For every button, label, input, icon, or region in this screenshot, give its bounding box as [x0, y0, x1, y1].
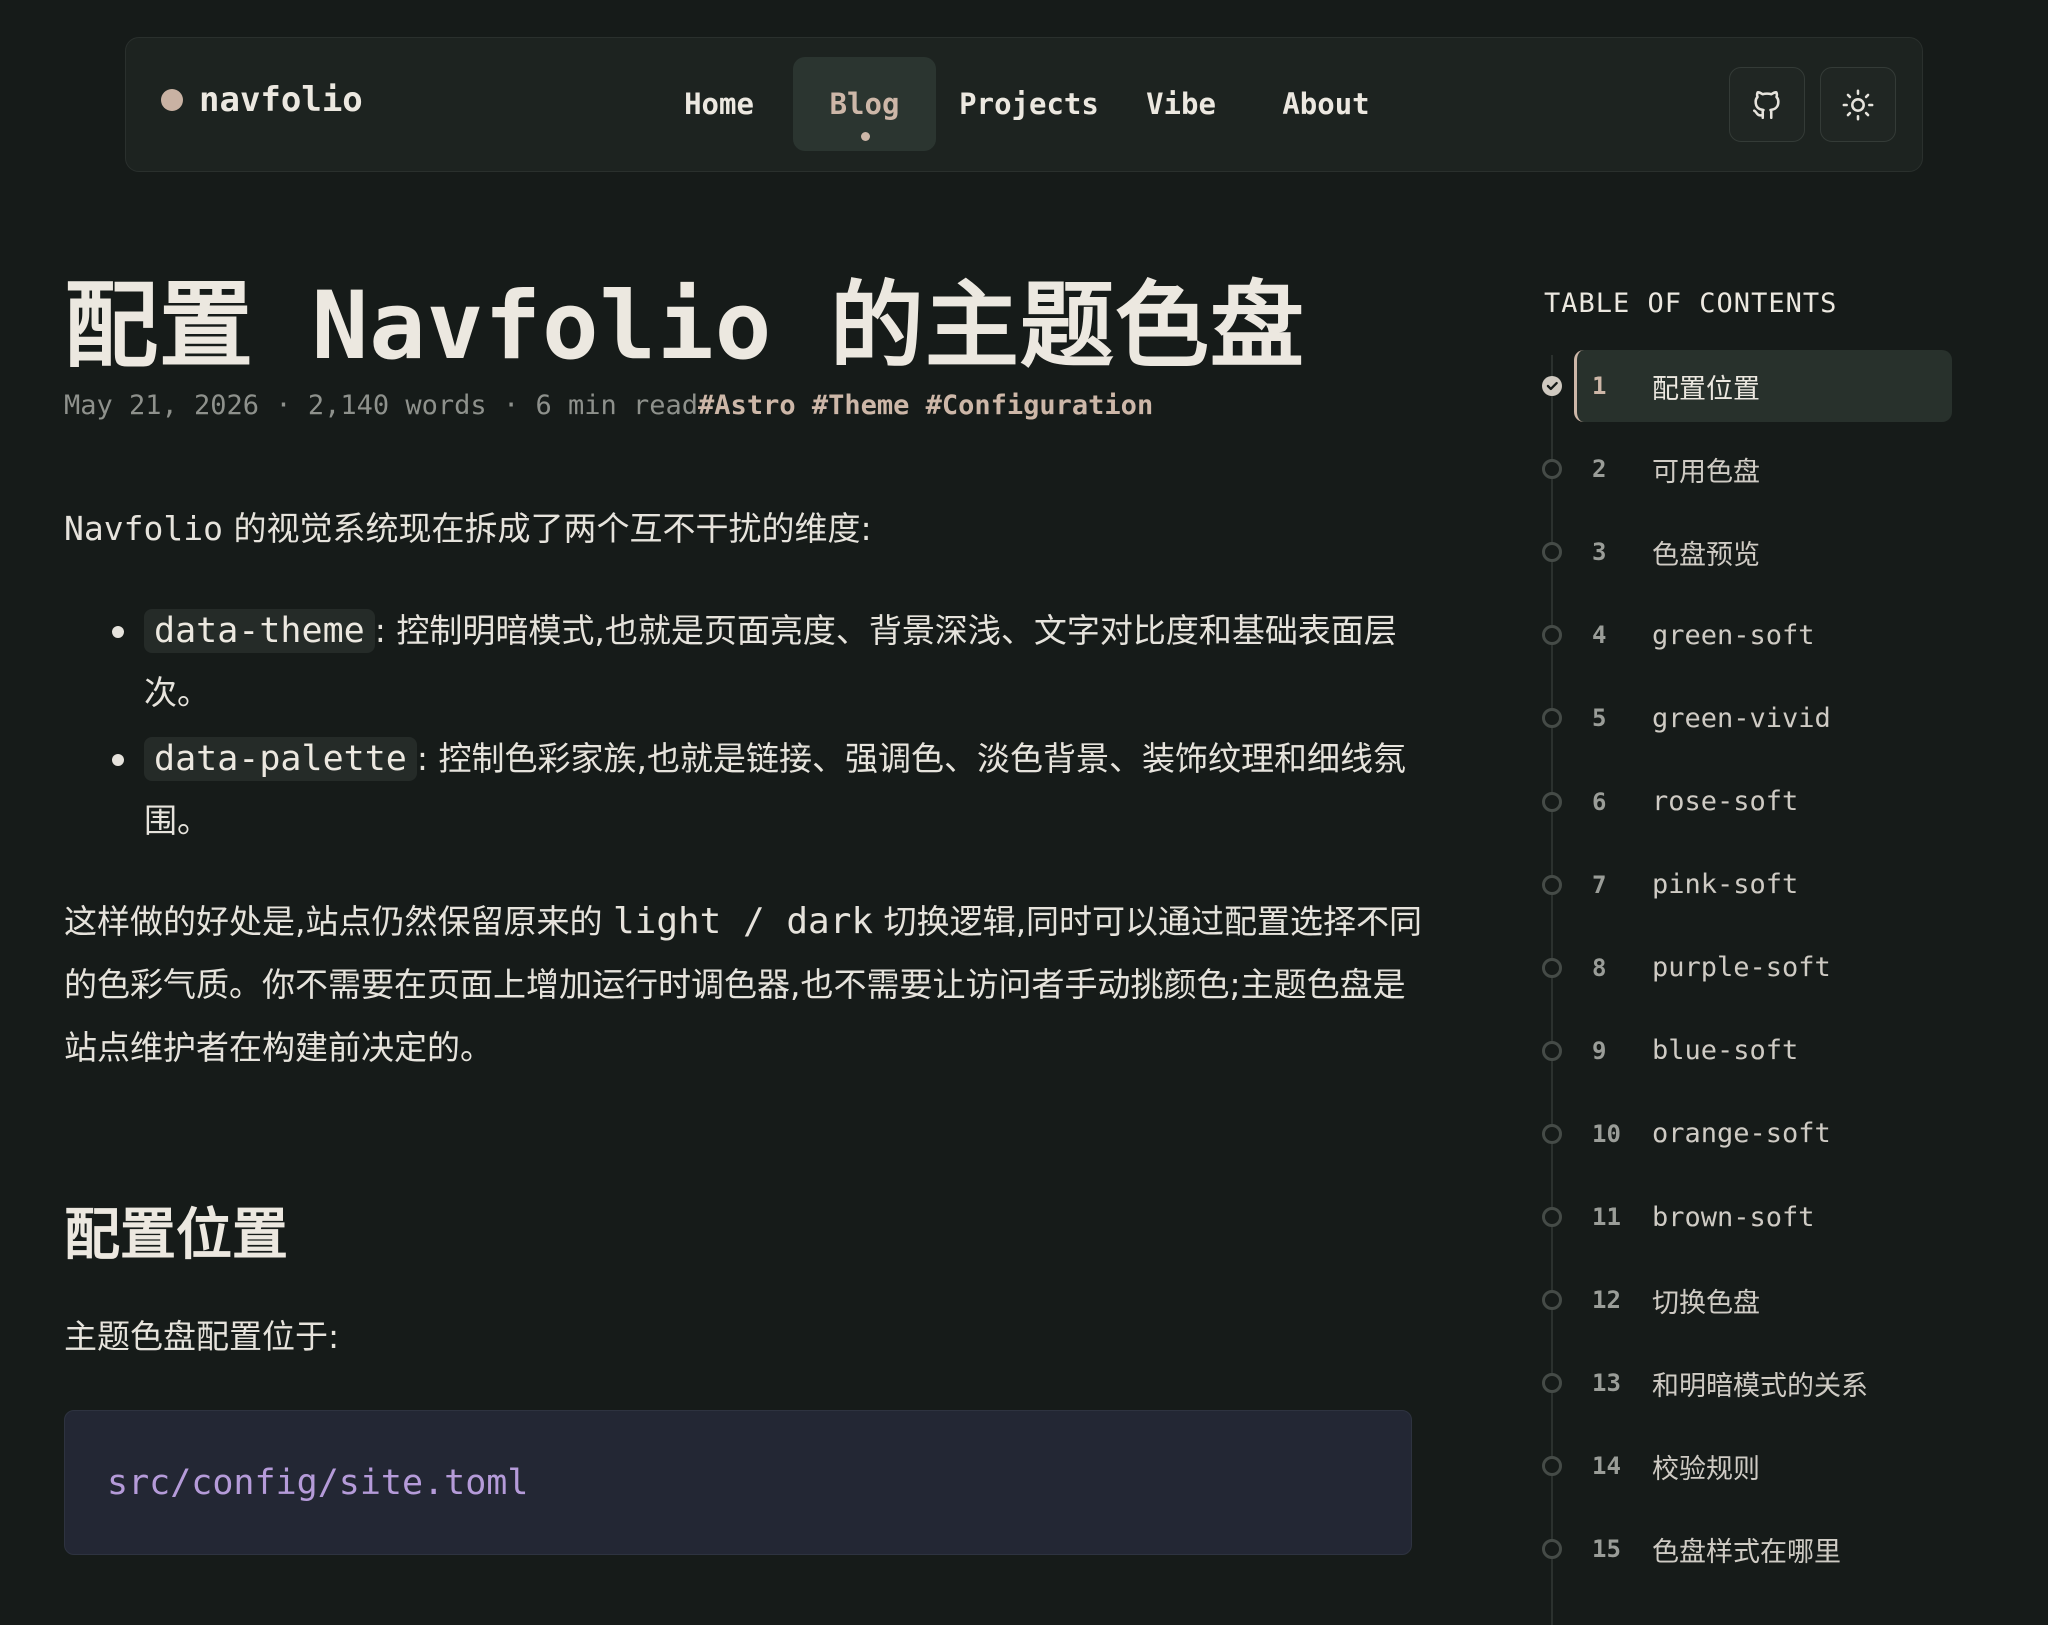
toc-item-label: 和明暗模式的关系	[1652, 1370, 1868, 1402]
toc-item-label: 校验规则	[1652, 1453, 1760, 1485]
toc-item-number: 6	[1592, 787, 1607, 816]
circle-icon	[1542, 1123, 1562, 1144]
toc-item[interactable]: 14 校验规则	[1530, 1430, 1960, 1502]
post-meta: May 21, 2026 · 2,140 words · 6 min read#…	[64, 390, 1153, 421]
post-date: May 21, 2026	[64, 390, 260, 421]
intro-paragraph: Navfolio 的视觉系统现在拆成了两个互不干扰的维度:	[64, 502, 872, 550]
toc-item-number: 14	[1592, 1452, 1621, 1481]
toc-item-number: 3	[1592, 538, 1607, 567]
toc-item-label: 色盘预览	[1652, 539, 1760, 571]
toc-item-label: brown-soft	[1652, 1201, 1815, 1233]
circle-icon	[1542, 459, 1562, 480]
intro-text: 的视觉系统现在拆成了两个互不干扰的维度:	[222, 509, 872, 548]
github-button[interactable]	[1729, 67, 1805, 142]
toc-item-number: 5	[1592, 704, 1607, 733]
toc-item-number: 10	[1592, 1119, 1621, 1148]
circle-icon	[1542, 1290, 1562, 1311]
inline-code: data-palette	[144, 737, 417, 781]
top-nav: navfolio Home Blog Projects Vibe About	[125, 37, 1923, 172]
body-paragraph: 这样做的好处是,站点仍然保留原来的 light / dark 切换逻辑,同时可以…	[64, 890, 1434, 1079]
toc-item[interactable]: 7 pink-soft	[1530, 849, 1960, 921]
toc-item-label: orange-soft	[1652, 1118, 1831, 1150]
toc-item-label: pink-soft	[1652, 869, 1799, 901]
check-circle-icon	[1542, 376, 1562, 396]
toc-item[interactable]: 15 色盘样式在哪里	[1530, 1513, 1960, 1585]
toc-item-label: 色盘样式在哪里	[1652, 1536, 1841, 1568]
toc-item-label: 切换色盘	[1652, 1287, 1760, 1319]
toc-item-label: green-soft	[1652, 619, 1815, 651]
toc-item-number: 11	[1592, 1203, 1621, 1231]
nav-link-vibe[interactable]: Vibe	[1126, 57, 1236, 151]
toc-item-number: 13	[1592, 1369, 1621, 1398]
toc-item-label: purple-soft	[1652, 952, 1831, 984]
toc-item-number: 4	[1592, 621, 1607, 650]
toc-item[interactable]: 3 色盘预览	[1530, 516, 1960, 588]
code-block[interactable]: src/config/site.toml	[64, 1410, 1412, 1555]
toc-item-label: 配置位置	[1652, 373, 1760, 405]
toc-item-number: 8	[1592, 953, 1607, 982]
theme-toggle-button[interactable]	[1820, 67, 1896, 142]
nav-links: Home Blog Projects Vibe About	[126, 57, 1922, 153]
toc-item-label: green-vivid	[1652, 702, 1831, 734]
toc-item[interactable]: 2 可用色盘	[1530, 433, 1960, 505]
github-icon	[1752, 90, 1780, 119]
toc-item-number: 9	[1592, 1036, 1607, 1065]
toc-item-label: blue-soft	[1652, 1035, 1799, 1067]
circle-icon	[1542, 791, 1562, 812]
toc-item-number: 1	[1592, 372, 1607, 400]
circle-icon	[1542, 874, 1562, 895]
toc-item-number: 7	[1592, 870, 1607, 899]
toc-item[interactable]: 4 green-soft	[1530, 599, 1960, 671]
circle-icon	[1542, 708, 1562, 729]
post-tags[interactable]: #Astro #Theme #Configuration	[698, 390, 1153, 421]
circle-icon	[1542, 625, 1562, 646]
paragraph-text: 这样做的好处是,站点仍然保留原来的	[64, 902, 613, 941]
toc-item[interactable]: 9 blue-soft	[1530, 1015, 1960, 1087]
word-count: 2,140 words	[307, 390, 487, 421]
page-title: 配置 Navfolio 的主题色盘	[64, 272, 1305, 381]
nav-link-about[interactable]: About	[1251, 57, 1401, 151]
toc-item[interactable]: 12 切换色盘	[1530, 1264, 1960, 1336]
toc-item[interactable]: 13 和明暗模式的关系	[1530, 1347, 1960, 1419]
toc-item[interactable]: 5 green-vivid	[1530, 682, 1960, 754]
section-heading: 配置位置	[64, 1203, 288, 1268]
circle-icon	[1542, 1040, 1562, 1061]
list-item: data-theme: 控制明暗模式,也就是页面亮度、背景深浅、文字对比度和基础…	[100, 600, 1420, 724]
inline-code: data-theme	[144, 609, 375, 653]
nav-link-projects[interactable]: Projects	[944, 57, 1114, 151]
read-time: 6 min read	[535, 390, 699, 421]
toc-item-number: 2	[1592, 455, 1607, 484]
toc-item-label: rose-soft	[1652, 786, 1799, 817]
toc-title: TABLE OF CONTENTS	[1544, 288, 1838, 319]
circle-icon	[1542, 1456, 1562, 1477]
sun-icon	[1842, 89, 1874, 120]
toc-item-label: 可用色盘	[1652, 456, 1760, 488]
circle-icon	[1542, 1539, 1562, 1560]
toc-item-number: 12	[1592, 1286, 1621, 1315]
toc-item[interactable]: 11 brown-soft	[1530, 1181, 1960, 1253]
toc-item[interactable]: 10 orange-soft	[1530, 1098, 1960, 1170]
circle-icon	[1542, 1207, 1562, 1227]
meta-separator: ·	[275, 390, 292, 421]
meta-separator: ·	[502, 390, 520, 421]
circle-icon	[1542, 957, 1562, 978]
body-paragraph: 主题色盘配置位于:	[64, 1317, 340, 1356]
dimension-list: data-theme: 控制明暗模式,也就是页面亮度、背景深浅、文字对比度和基础…	[100, 600, 1420, 856]
circle-icon	[1542, 542, 1562, 563]
inline-mono: light / dark	[612, 901, 874, 942]
intro-mono: Navfolio	[64, 509, 223, 548]
circle-icon	[1542, 1373, 1562, 1394]
toc-item[interactable]: 1 配置位置	[1530, 350, 1960, 422]
nav-link-blog[interactable]: Blog	[793, 57, 936, 151]
toc-item-number: 15	[1592, 1535, 1621, 1564]
toc-item[interactable]: 6 rose-soft	[1530, 766, 1960, 838]
list-item: data-palette: 控制色彩家族,也就是链接、强调色、淡色背景、装饰纹理…	[100, 728, 1420, 852]
toc-item[interactable]: 8 purple-soft	[1530, 932, 1960, 1004]
nav-link-home[interactable]: Home	[655, 57, 783, 151]
